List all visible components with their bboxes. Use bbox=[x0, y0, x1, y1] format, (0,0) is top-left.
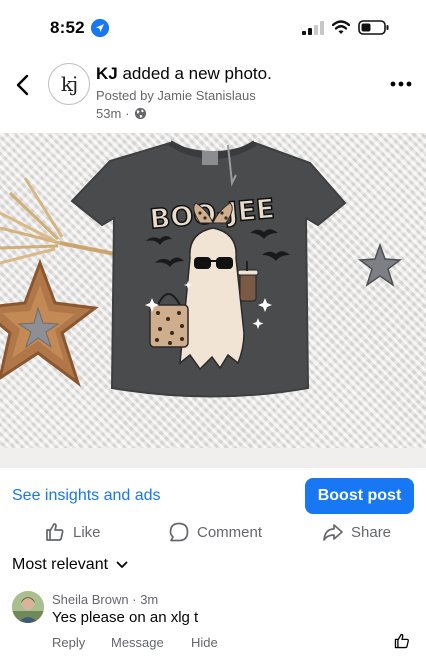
comment-label: Comment bbox=[197, 523, 263, 541]
status-bar: 8:52 bbox=[0, 0, 426, 54]
page-name[interactable]: KJ bbox=[96, 64, 118, 83]
back-chevron-icon[interactable] bbox=[14, 73, 32, 97]
more-options-icon[interactable] bbox=[390, 80, 412, 88]
silver-star-decor bbox=[357, 242, 403, 287]
post-meta: 53m · bbox=[96, 106, 147, 121]
commenter-photo bbox=[12, 591, 44, 623]
photo-bottom-strip bbox=[0, 448, 426, 468]
ghost-figure bbox=[179, 227, 245, 371]
status-time: 8:52 bbox=[50, 18, 85, 37]
wifi-icon bbox=[332, 20, 350, 34]
thumbs-up-icon bbox=[46, 523, 64, 541]
location-arrow-icon bbox=[91, 19, 109, 37]
hide-button[interactable]: Hide bbox=[191, 635, 218, 650]
comment-text: Yes please on an xlg t bbox=[52, 609, 199, 626]
boost-post-button[interactable]: Boost post bbox=[305, 478, 414, 514]
see-insights-link[interactable]: See insights and ads bbox=[12, 487, 161, 505]
post-action-text: added a new photo. bbox=[117, 64, 272, 83]
share-label: Share bbox=[351, 523, 392, 541]
comment-time: 3m bbox=[140, 592, 159, 607]
reply-button[interactable]: Reply bbox=[52, 635, 85, 650]
like-label: Like bbox=[73, 523, 101, 541]
sort-label: Most relevant bbox=[12, 556, 109, 573]
comment-like-icon[interactable] bbox=[393, 632, 411, 650]
page-avatar[interactable]: kj bbox=[48, 63, 90, 105]
post-title: KJ added a new photo. bbox=[96, 64, 272, 84]
share-button[interactable]: Share bbox=[322, 520, 391, 544]
comment-bubble-icon bbox=[169, 522, 189, 542]
commenter-avatar[interactable] bbox=[12, 591, 44, 623]
comment-sort-dropdown[interactable]: Most relevant bbox=[12, 556, 128, 574]
globe-icon bbox=[134, 107, 146, 120]
comment-author[interactable]: Sheila Brown bbox=[52, 592, 129, 607]
message-button[interactable]: Message bbox=[111, 635, 164, 650]
battery-icon bbox=[358, 20, 389, 35]
tshirt-illustration: BOO-JEE bbox=[0, 140, 403, 398]
cell-signal-icon bbox=[302, 21, 324, 35]
posted-by: Posted by Jamie Stanislaus bbox=[96, 88, 256, 103]
wooden-star-decor bbox=[0, 258, 99, 388]
comment-meta: Sheila Brown · 3m bbox=[52, 592, 158, 607]
meta-separator: · bbox=[125, 106, 130, 121]
chevron-down-icon bbox=[116, 561, 128, 568]
comment-button[interactable]: Comment bbox=[168, 520, 262, 544]
post-photo[interactable]: BOO-JEE bbox=[0, 133, 426, 448]
share-arrow-icon bbox=[323, 524, 343, 541]
comment-separator: · bbox=[132, 592, 137, 607]
avatar-logo-text: kj bbox=[60, 72, 78, 96]
like-button[interactable]: Like bbox=[44, 520, 101, 544]
post-time[interactable]: 53m bbox=[96, 106, 121, 121]
